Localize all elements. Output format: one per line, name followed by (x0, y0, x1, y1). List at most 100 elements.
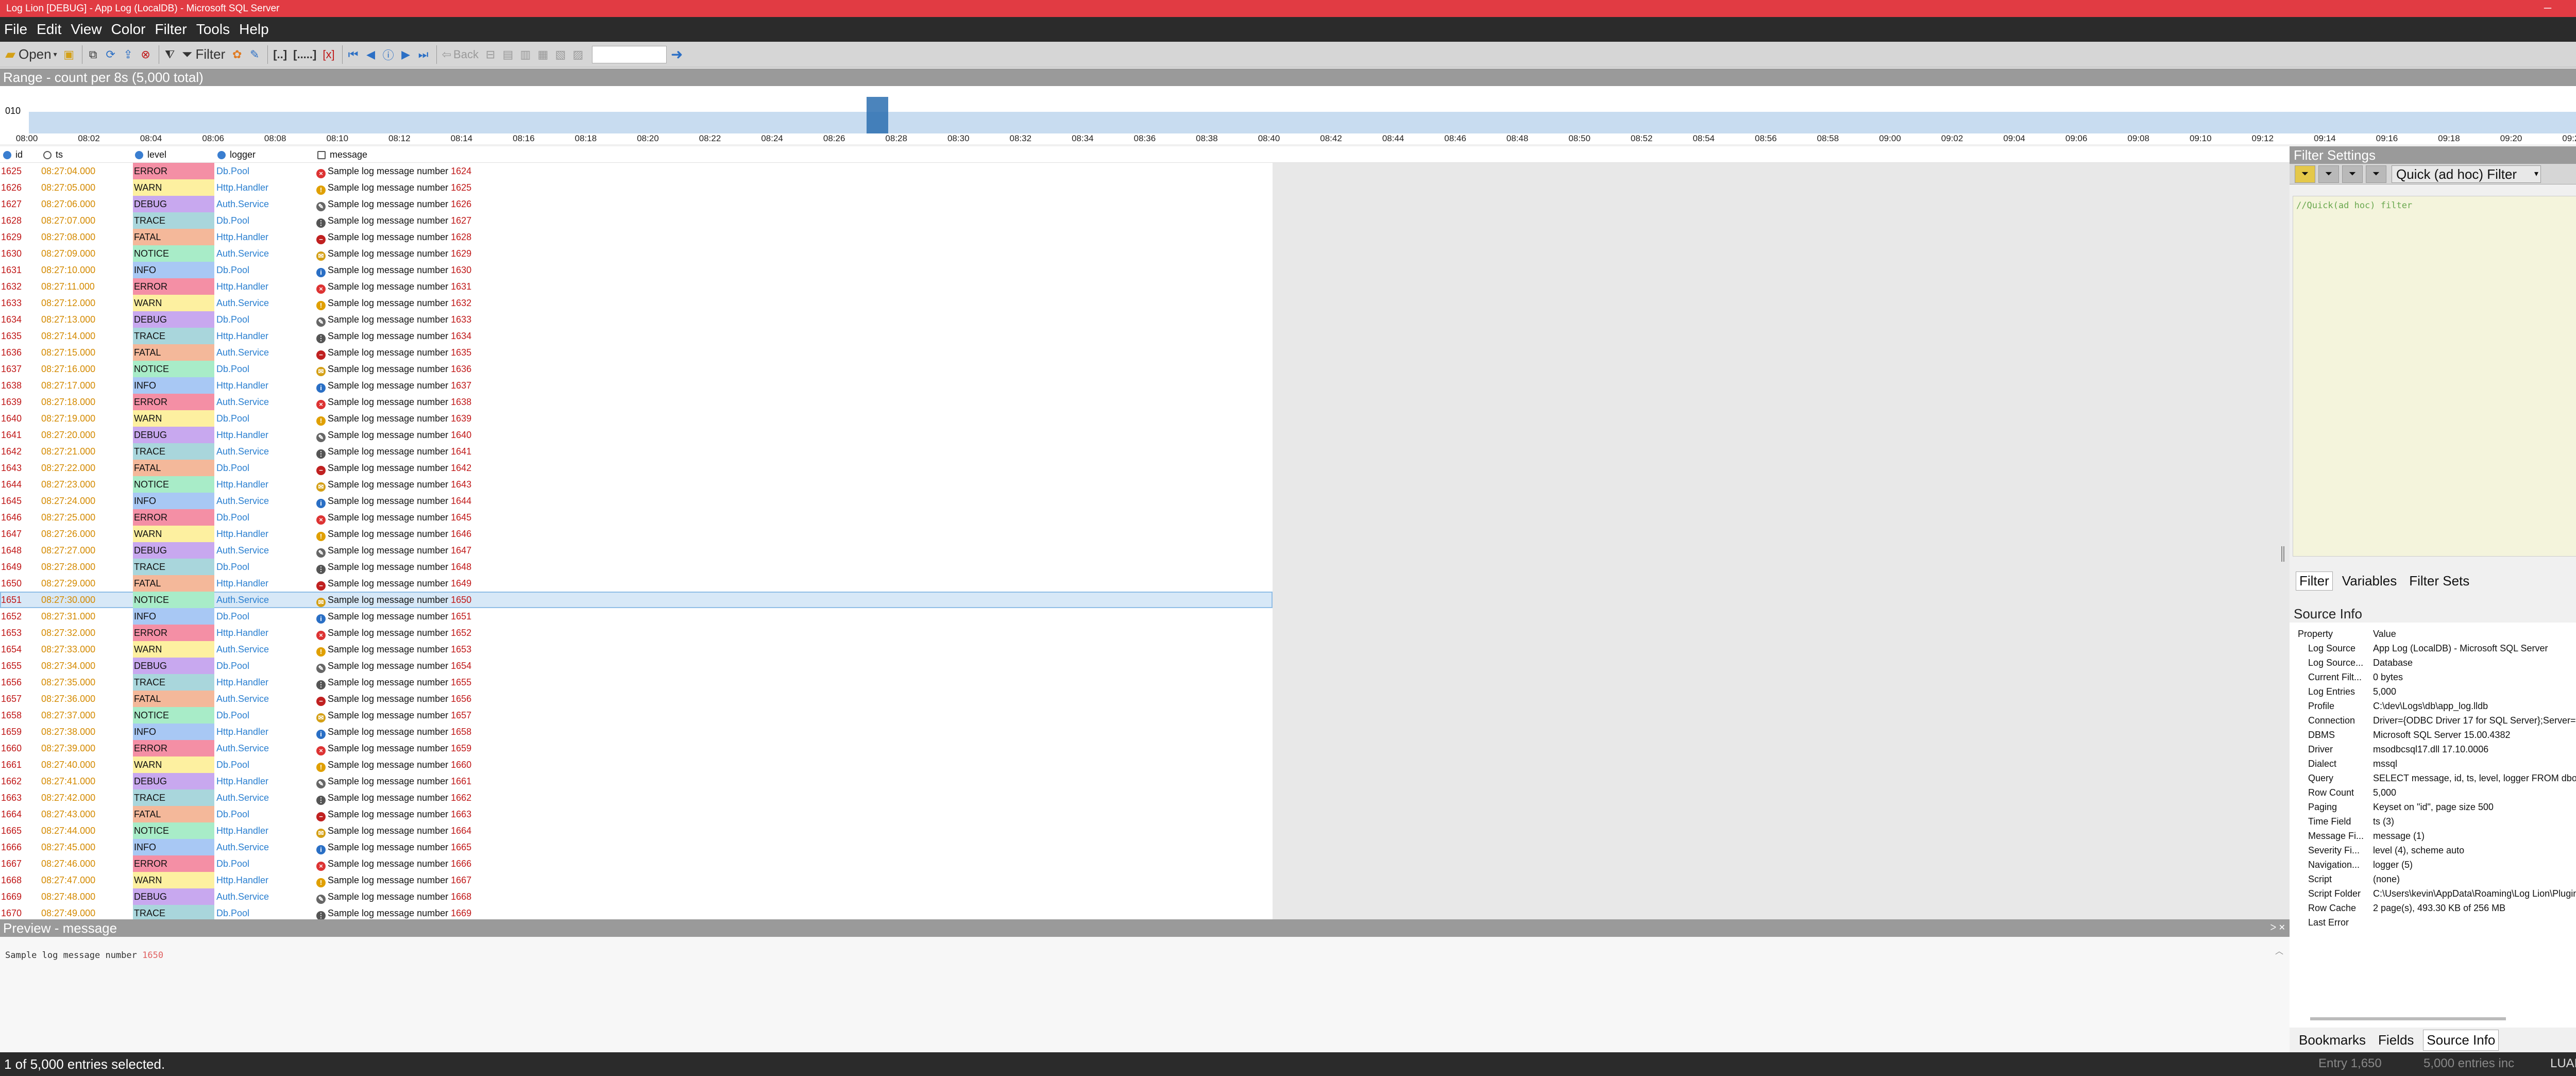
histogram-track[interactable] (29, 112, 2576, 133)
clear-icon[interactable]: ⊗ (138, 44, 154, 65)
menu-help[interactable]: Help (239, 21, 269, 38)
grid-rows[interactable]: 1625 08:27:04.000 ERROR Db.Pool × Sample log … (0, 163, 1273, 919)
source-info-row[interactable]: Query SELECT message, id, ts, level, logg… (2290, 771, 2576, 785)
table-row[interactable]: 1662 08:27:41.000 DEBUG Http.Handler ✎ Sample… (0, 773, 1273, 789)
table-row[interactable]: 1656 08:27:35.000 TRACE Http.Handler ⋮ Sample… (0, 674, 1273, 691)
table-row[interactable]: 1633 08:27:12.000 WARN Auth.Service! Sample … (0, 295, 1273, 311)
source-info-row[interactable]: Last Error (2290, 915, 2576, 930)
filter-funnel-icon[interactable]: ⧨ (162, 44, 178, 65)
menu-edit[interactable]: Edit (37, 21, 61, 38)
table-row[interactable]: 1649 08:27:28.000 TRACE Db.Pool ⋮ Sample log … (0, 559, 1273, 575)
horizontal-scrollbar[interactable] (2310, 1017, 2506, 1020)
filter-code-editor[interactable]: //Quick(ad hoc) filter (2293, 196, 2576, 557)
table-row[interactable]: 1647 08:27:26.000 WARN Http.Handler! Sample … (0, 526, 1273, 542)
table-row[interactable]: 1642 08:27:21.000 TRACE Auth.Service ⋮ Sample… (0, 443, 1273, 460)
source-info-row[interactable]: Message Fi... message (1) (2290, 829, 2576, 843)
log-grid[interactable]: id ts level logger message 1625 08:27:04.… (0, 146, 2290, 919)
table-row[interactable]: 1652 08:27:31.000 INFO Db.Pool i Sample log m… (0, 608, 1273, 625)
menu-view[interactable]: View (71, 21, 101, 38)
source-info-row[interactable]: Dialect mssql (2290, 756, 2576, 771)
save-icon[interactable]: ▣ (61, 44, 77, 65)
next-icon[interactable]: ▶ (398, 44, 414, 65)
table-row[interactable]: 1650 08:27:29.000 FATAL Http.Handler − Sample… (0, 575, 1273, 592)
table-row[interactable]: 1653 08:27:32.000 ERROR Http.Handler × Sample… (0, 625, 1273, 641)
filter-button[interactable]: ⏷ Filter (180, 44, 228, 65)
table-row[interactable]: 1654 08:27:33.000 WARN Auth.Service! Sample … (0, 641, 1273, 658)
column-header-ts[interactable]: ts (43, 149, 63, 160)
column-header-logger[interactable]: logger (217, 149, 256, 160)
table-row[interactable]: 1635 08:27:14.000 TRACE Http.Handler ⋮ Sample… (0, 328, 1273, 344)
table-row[interactable]: 1663 08:27:42.000 TRACE Auth.Service ⋮ Sample… (0, 789, 1273, 806)
source-info-row[interactable]: Script (none) (2290, 872, 2576, 886)
pin-close-icon[interactable]: ᐳ ✕ (2270, 919, 2285, 937)
highlight-icon[interactable]: ✎ (247, 44, 262, 65)
filter-add-icon[interactable]: ⏷ (2318, 165, 2339, 183)
back-button[interactable]: ⇦ Back (440, 44, 481, 65)
source-info-row[interactable]: Profile C:\dev\Logs\db\app_log.lldb (2290, 699, 2576, 713)
menu-file[interactable]: File (4, 21, 27, 38)
clear-range-icon[interactable]: [x] (320, 44, 336, 65)
filter-edit-icon[interactable]: ⏷ (2342, 165, 2363, 183)
table-row[interactable]: 1655 08:27:34.000 DEBUG Db.Pool ✎ Sample log … (0, 658, 1273, 674)
table-row[interactable]: 1657 08:27:36.000 FATAL Auth.Service − Sample… (0, 691, 1273, 707)
menu-color[interactable]: Color (111, 21, 146, 38)
table-row[interactable]: 1646 08:27:25.000 ERROR Db.Pool × Sample log … (0, 509, 1273, 526)
table-row[interactable]: 1669 08:27:48.000 DEBUG Auth.Service ✎ Sample… (0, 888, 1273, 905)
table-row[interactable]: 1670 08:27:49.000 TRACE Db.Pool ⋮ Sample log … (0, 905, 1273, 919)
source-info-row[interactable]: Log Entries 5,000 (2290, 684, 2576, 699)
table-row[interactable]: 1666 08:27:45.000 INFO Auth.Service i Sample … (0, 839, 1273, 855)
table-row[interactable]: 1638 08:27:17.000 INFO Http.Handler i Sample … (0, 377, 1273, 394)
table-row[interactable]: 1644 08:27:23.000 NOTICE Http.Handler ✉ Sampl… (0, 476, 1273, 493)
source-info-row[interactable]: Time Field ts (3) (2290, 814, 2576, 829)
source-info-row[interactable]: Log Source App Log (LocalDB) - Microsoft … (2290, 641, 2576, 655)
export-icon[interactable]: ⇪ (121, 44, 136, 65)
table-row[interactable]: 1639 08:27:18.000 ERROR Auth.Service × Sample… (0, 394, 1273, 410)
refresh-icon[interactable]: ⟳ (103, 44, 118, 65)
tab-filter-sets[interactable]: Filter Sets (2406, 572, 2472, 590)
table-row[interactable]: 1637 08:27:16.000 NOTICE Db.Pool ✉ Sample log… (0, 361, 1273, 377)
histogram[interactable]: 010 08:00 08:02 08:04 08:06 08:08 08:10 08:12 0… (0, 86, 2576, 144)
source-info-row[interactable]: Connection Driver={ODBC Driver 17 for SQL… (2290, 713, 2576, 728)
last-icon[interactable]: ⏭ (416, 44, 431, 65)
table-row[interactable]: 1641 08:27:20.000 DEBUG Http.Handler ✎ Sample… (0, 427, 1273, 443)
source-info-row[interactable]: Script Folder C:\Users\kevin\AppData\Roam… (2290, 886, 2576, 901)
filter-mode-select[interactable]: Quick (ad hoc) Filter ▾ (2392, 165, 2541, 183)
table-row[interactable]: 1648 08:27:27.000 DEBUG Auth.Service ✎ Sample… (0, 542, 1273, 559)
table-row[interactable]: 1667 08:27:46.000 ERROR Db.Pool × Sample log … (0, 855, 1273, 872)
table-row[interactable]: 1645 08:27:24.000 INFO Auth.Service i Sample … (0, 493, 1273, 509)
source-info-row[interactable]: DBMS Microsoft SQL Server 15.00.4382 (2290, 728, 2576, 742)
table-row[interactable]: 1661 08:27:40.000 WARN Db.Pool! Sample log m… (0, 756, 1273, 773)
menu-filter[interactable]: Filter (155, 21, 187, 38)
table-row[interactable]: 1651 08:27:30.000 NOTICE Auth.Service ✉ Sampl… (0, 592, 1273, 608)
table-row[interactable]: 1665 08:27:44.000 NOTICE Http.Handler ✉ Sampl… (0, 822, 1273, 839)
tab-source-info[interactable]: Source Info (2423, 1029, 2499, 1051)
source-info-row[interactable]: Row Count 5,000 (2290, 785, 2576, 800)
tab-variables[interactable]: Variables (2339, 572, 2400, 590)
source-info-row[interactable]: Severity Fi... level (4), scheme auto (2290, 843, 2576, 858)
table-row[interactable]: 1629 08:27:08.000 FATAL Http.Handler − Sample… (0, 229, 1273, 245)
filter-remove-icon[interactable]: ⏷ (2366, 165, 2386, 183)
table-row[interactable]: 1636 08:27:15.000 FATAL Auth.Service − Sample… (0, 344, 1273, 361)
table-row[interactable]: 1632 08:27:11.000 ERROR Http.Handler × Sample… (0, 278, 1273, 295)
layout-2-icon[interactable]: ▥ (518, 44, 533, 65)
scroll-up-icon[interactable]: ︿ (2275, 944, 2283, 956)
source-info-row[interactable]: Navigation... logger (5) (2290, 858, 2576, 872)
search-input[interactable] (591, 45, 667, 63)
table-row[interactable]: 1640 08:27:19.000 WARN Db.Pool! Sample log m… (0, 410, 1273, 427)
table-row[interactable]: 1643 08:27:22.000 FATAL Db.Pool − Sample log … (0, 460, 1273, 476)
source-info-row[interactable]: Paging Keyset on "id", page size 500 (2290, 800, 2576, 814)
column-header-message[interactable]: message (317, 149, 367, 160)
open-button[interactable]: ▰ Open ▾ (3, 44, 59, 65)
table-row[interactable]: 1658 08:27:37.000 NOTICE Db.Pool ✉ Sample log… (0, 707, 1273, 724)
table-row[interactable]: 1627 08:27:06.000 DEBUG Auth.Service ✎ Sample… (0, 196, 1273, 212)
table-row[interactable]: 1660 08:27:39.000 ERROR Auth.Service × Sample… (0, 740, 1273, 756)
table-row[interactable]: 1634 08:27:13.000 DEBUG Db.Pool ✎ Sample log … (0, 311, 1273, 328)
table-row[interactable]: 1668 08:27:47.000 WARN Http.Handler! Sample … (0, 872, 1273, 888)
splitter-handle[interactable] (2281, 546, 2284, 562)
histogram-selection[interactable] (867, 97, 888, 133)
layout-1-icon[interactable]: ▤ (500, 44, 516, 65)
source-info-row[interactable]: Current Filt... 0 bytes (2290, 670, 2576, 684)
filter-apply-icon[interactable]: ⏷ (2295, 165, 2315, 183)
column-header-level[interactable]: level (135, 149, 166, 160)
tab-filter[interactable]: Filter (2296, 571, 2333, 591)
